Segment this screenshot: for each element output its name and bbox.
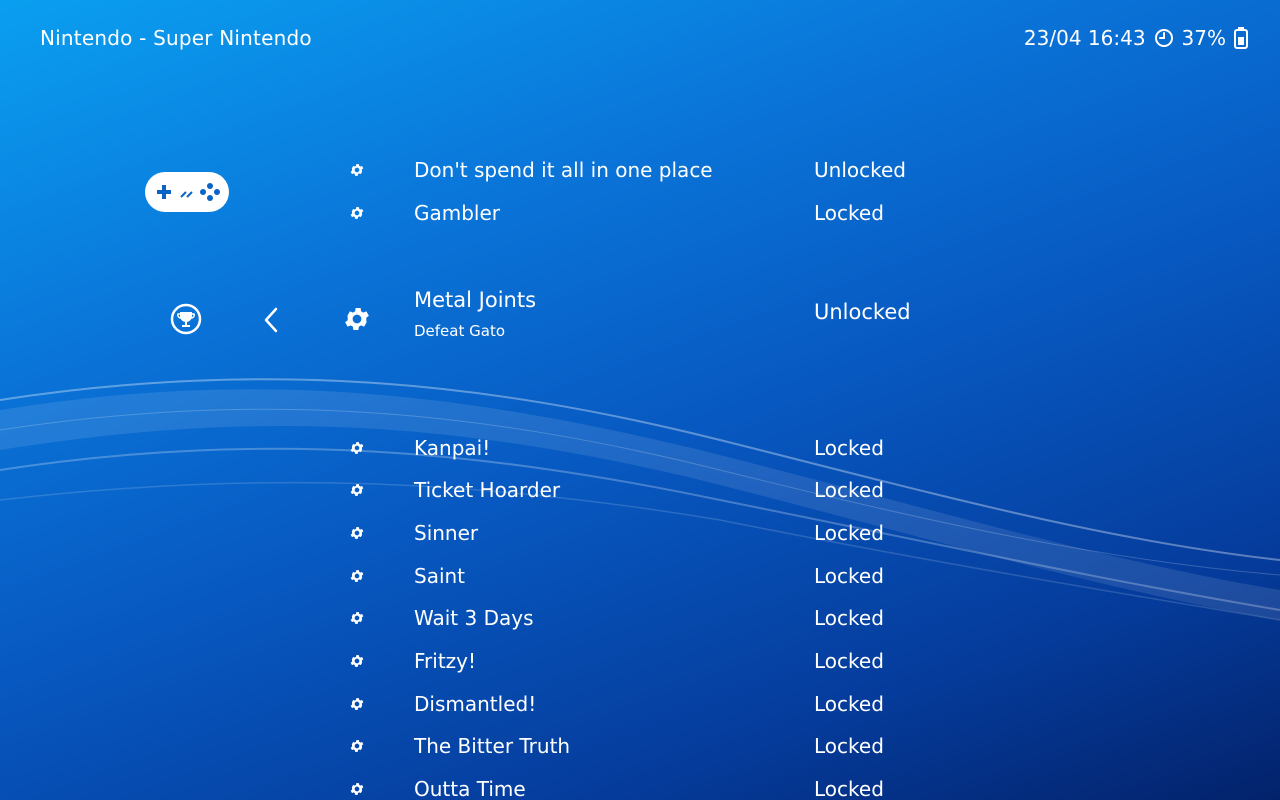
system-title: Nintendo - Super Nintendo [40,26,312,50]
achievement-row[interactable]: Saint Locked [0,556,1280,596]
achievement-name: Outta Time [414,777,526,800]
gear-icon [349,440,365,456]
gear-icon [349,610,365,626]
achievement-row[interactable]: Sinner Locked [0,513,1280,553]
battery-icon [1234,27,1248,49]
achievement-status: Locked [814,606,884,630]
achievement-row[interactable]: The Bitter Truth Locked [0,726,1280,766]
achievement-status: Unlocked [814,158,906,182]
gear-icon [349,205,365,221]
achievement-name: Fritzy! [414,649,477,673]
achievement-row[interactable]: Don't spend it all in one place Unlocked [0,150,1280,190]
achievement-row[interactable]: Outta Time Locked [0,769,1280,800]
achievement-name: The Bitter Truth [414,734,571,758]
achievement-row[interactable]: Dismantled! Locked [0,684,1280,724]
achievement-name: Saint [414,564,466,588]
gear-icon [349,568,365,584]
achievement-description: Defeat Gato [414,322,506,340]
achievement-status: Locked [814,478,884,502]
gear-icon [349,525,365,541]
achievement-status: Locked [814,692,884,716]
achievement-status: Locked [814,564,884,588]
achievement-name: Dismantled! [414,692,537,716]
status-bar: 23/04 16:43 37% [1024,26,1248,50]
clock-icon [1154,28,1174,48]
achievement-name: Don't spend it all in one place [414,158,713,182]
gear-icon [342,304,372,334]
achievement-row[interactable]: Ticket Hoarder Locked [0,470,1280,510]
achievement-status: Locked [814,734,884,758]
gear-icon [349,738,365,754]
gear-icon [349,482,365,498]
achievement-status: Locked [814,777,884,800]
achievement-status: Locked [814,201,884,225]
achievement-status: Locked [814,649,884,673]
gear-icon [349,696,365,712]
gear-icon [349,781,365,797]
achievement-row[interactable]: Metal Joints Defeat Gato Unlocked [0,288,1280,340]
achievement-status: Locked [814,436,884,460]
gear-icon [349,653,365,669]
achievement-name: Kanpai! [414,436,491,460]
gear-icon [349,162,365,178]
achievement-row[interactable]: Fritzy! Locked [0,641,1280,681]
achievement-status: Unlocked [814,300,911,324]
battery-percent: 37% [1181,26,1226,50]
achievement-name: Ticket Hoarder [414,478,561,502]
achievement-status: Locked [814,521,884,545]
achievement-name: Metal Joints [414,288,537,312]
achievement-row[interactable]: Wait 3 Days Locked [0,598,1280,638]
achievement-name: Wait 3 Days [414,606,534,630]
datetime: 23/04 16:43 [1023,26,1146,50]
achievement-name: Sinner [414,521,479,545]
achievement-row[interactable]: Kanpai! Locked [0,428,1280,468]
achievement-row[interactable]: Gambler Locked [0,193,1280,233]
achievement-name: Gambler [414,201,501,225]
